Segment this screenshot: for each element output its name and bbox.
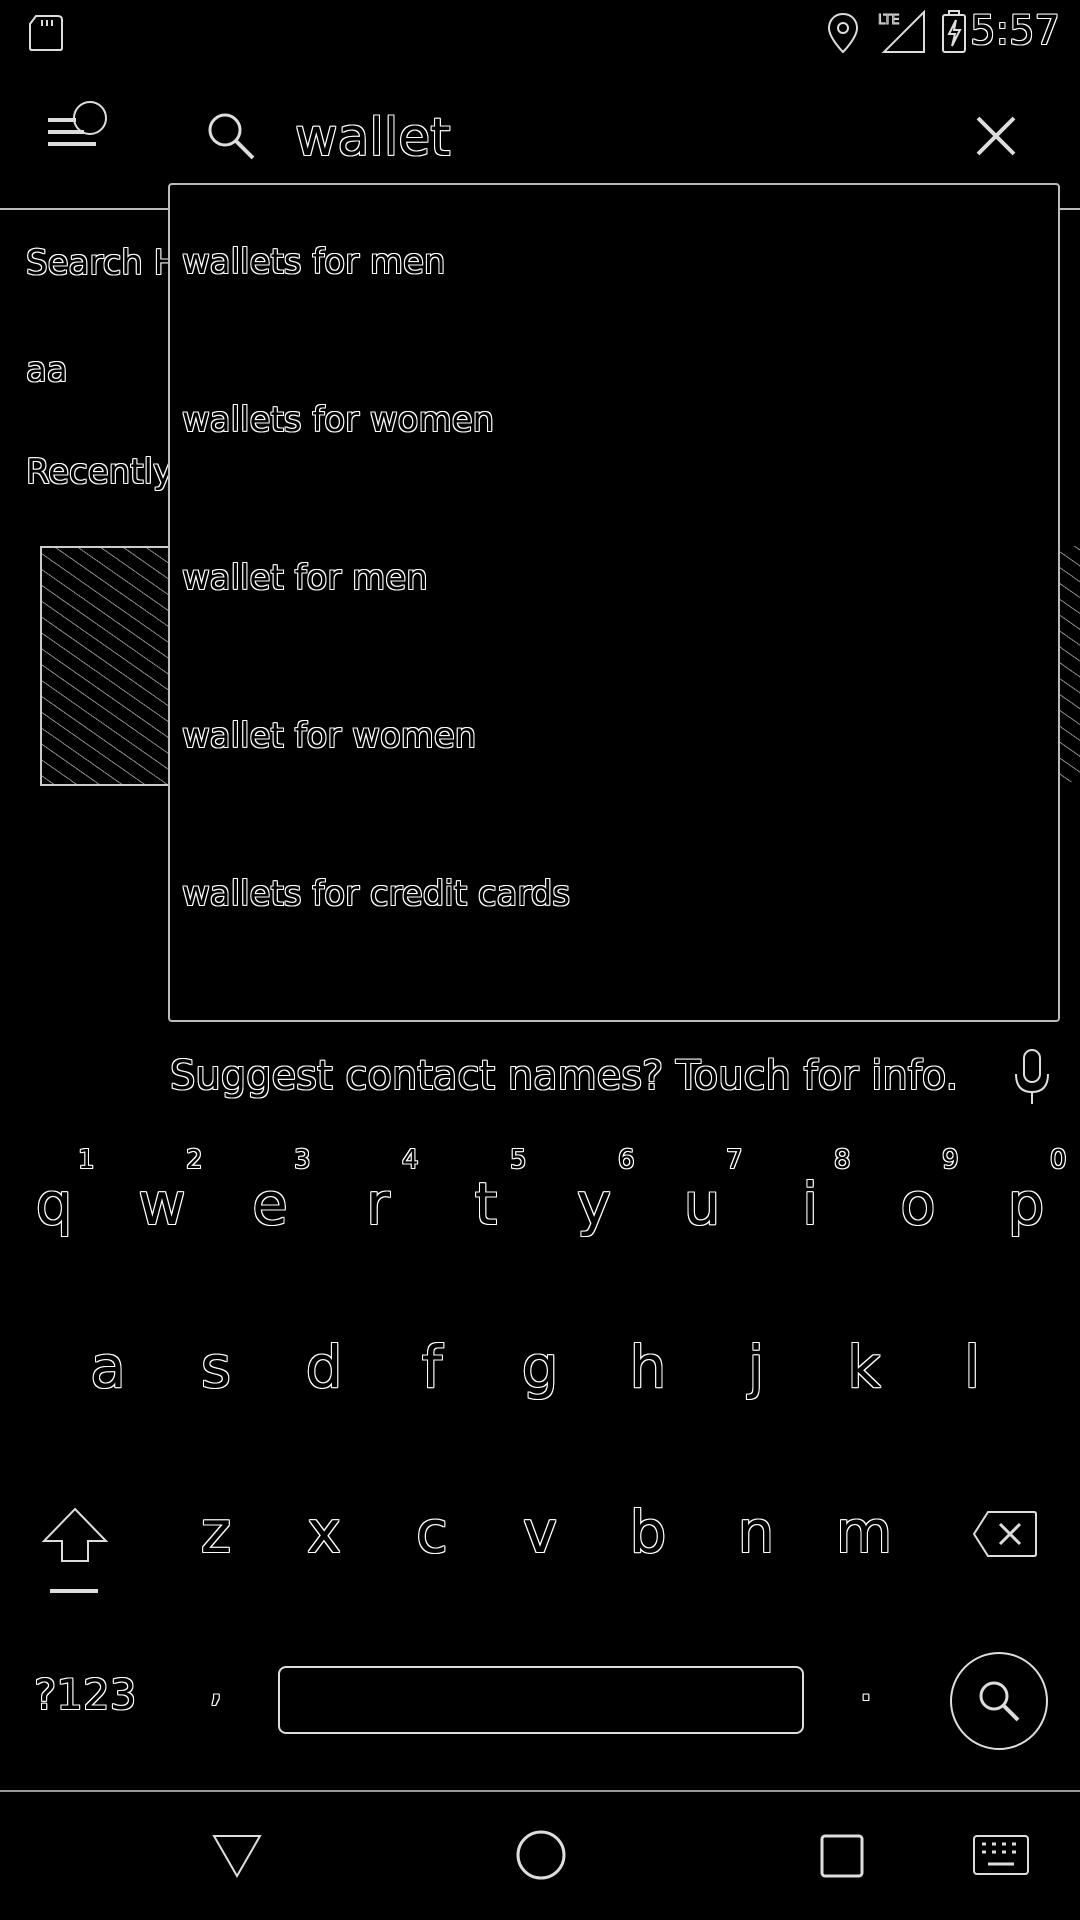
key-s[interactable]: s [176,1333,256,1401]
suggestion-item[interactable]: wallet for women [182,716,1042,776]
search-history-title: Search H [26,243,180,283]
recent-product-thumbnail[interactable] [40,546,172,786]
nav-divider [0,1790,1080,1792]
keyboard-suggestion-strip: Suggest contact names? Touch for info. [0,1020,1080,1130]
key-comma[interactable]: , [176,1660,256,1711]
key-g[interactable]: g [500,1333,580,1401]
lte-signal-icon: LTE [878,10,925,53]
symbols-key[interactable]: ?123 [34,1670,136,1719]
key-l[interactable]: l [932,1333,1012,1401]
search-input[interactable]: wallet [295,108,451,168]
status-time: 5:57 [970,8,1060,54]
suggestion-item[interactable]: wallets for credit cards [182,874,1042,934]
key-e[interactable]: e [230,1170,310,1238]
key-j[interactable]: j [716,1333,796,1401]
key-c[interactable]: c [392,1498,472,1566]
key-t[interactable]: t [446,1170,526,1238]
key-p[interactable]: p [986,1170,1066,1238]
keyboard-search-key[interactable] [950,1652,1048,1750]
menu-icon[interactable] [44,98,116,158]
space-key[interactable] [278,1666,804,1734]
key-h[interactable]: h [608,1333,688,1401]
suggestion-item[interactable]: wallets for women [182,400,1042,460]
key-x[interactable]: x [284,1498,364,1566]
key-w[interactable]: w [122,1170,202,1238]
search-suggestions-dropdown: wallets for men wallets for women wallet… [168,183,1060,1022]
battery-charging-icon [942,10,966,53]
mic-icon[interactable] [1012,1048,1052,1108]
key-u[interactable]: u [662,1170,742,1238]
key-m[interactable]: m [824,1498,904,1566]
key-f[interactable]: f [392,1333,472,1401]
back-icon[interactable] [210,1830,264,1880]
contact-suggestion-prompt[interactable]: Suggest contact names? Touch for info. [170,1053,958,1099]
key-z[interactable]: z [176,1498,256,1566]
system-nav-bar [0,1790,1080,1920]
search-icon [208,113,255,160]
status-bar: LTE 5:57 [0,0,1080,70]
keyboard-switch-icon[interactable] [972,1834,1030,1876]
close-icon[interactable] [974,114,1018,158]
svg-text:LTE: LTE [878,13,900,28]
search-icon [979,1681,1020,1722]
suggestion-item[interactable]: wallet for men [182,558,1042,618]
location-icon [827,12,859,54]
key-b[interactable]: b [608,1498,688,1566]
key-a[interactable]: a [68,1333,148,1401]
backspace-key-icon[interactable] [970,1508,1040,1560]
key-v[interactable]: v [500,1498,580,1566]
key-d[interactable]: d [284,1333,364,1401]
key-k[interactable]: k [824,1333,904,1401]
key-i[interactable]: i [770,1170,850,1238]
history-item[interactable]: aa [26,350,68,390]
key-y[interactable]: y [554,1170,634,1238]
key-q[interactable]: q [14,1170,94,1238]
key-period[interactable]: . [826,1660,906,1711]
home-icon[interactable] [514,1828,568,1882]
shift-key-icon[interactable] [40,1505,110,1597]
suggestion-item[interactable]: wallets for men [182,242,1042,302]
recents-icon[interactable] [818,1832,866,1880]
key-n[interactable]: n [716,1498,796,1566]
key-r[interactable]: r [338,1170,418,1238]
recently-viewed-title: Recently [26,452,174,492]
sd-card-icon [29,15,63,51]
key-o[interactable]: o [878,1170,958,1238]
recent-product-thumbnail-partial[interactable] [1058,546,1080,782]
